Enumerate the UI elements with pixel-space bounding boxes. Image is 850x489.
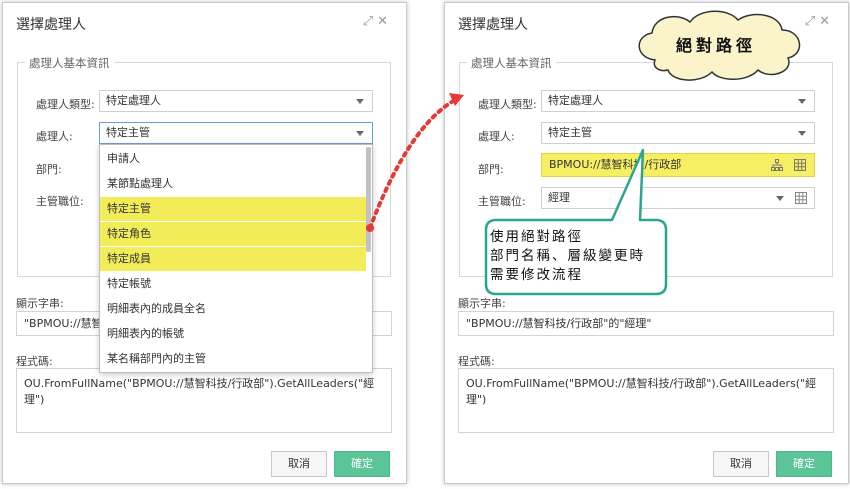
annotation-overlay xyxy=(366,10,801,296)
speech-bubble-text: 使用絕對路徑 部門名稱、層級變更時 需要修改流程 xyxy=(490,228,665,285)
arrow-origin-dot xyxy=(366,224,374,232)
dotted-arrow-line xyxy=(368,98,457,230)
callout-line: 部門名稱、層級變更時 xyxy=(490,248,645,264)
callout-line: 使用絕對路徑 xyxy=(490,229,583,245)
cloud-callout-text: 絕對路徑 xyxy=(676,36,757,55)
callout-line: 需要修改流程 xyxy=(490,267,583,283)
